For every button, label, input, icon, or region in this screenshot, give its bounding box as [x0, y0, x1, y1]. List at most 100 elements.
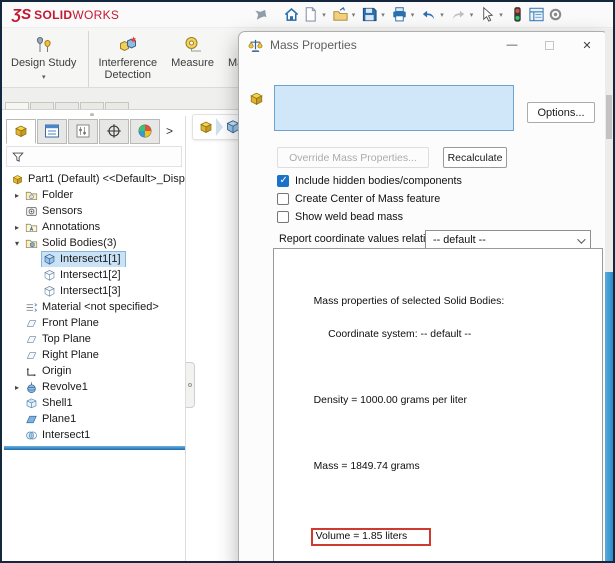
tree-item[interactable]: Intersect1[2]: [4, 267, 185, 283]
sensors-icon: [25, 205, 38, 218]
fm-tree-icon: [44, 123, 60, 139]
tree-expander[interactable]: ▸: [10, 383, 24, 392]
design-study-icon: [34, 35, 54, 55]
toolbar-button[interactable]: [527, 5, 546, 24]
feature-tree: Part1 (Default) <<Default>_Display S ▸ F…: [4, 171, 185, 443]
menu-item[interactable]: [159, 12, 177, 18]
menu-item[interactable]: [195, 12, 213, 18]
override-mass-properties-button[interactable]: Override Mass Properties...: [277, 147, 429, 168]
dropdown-caret-icon[interactable]: ▾: [499, 11, 503, 19]
menu-item[interactable]: [231, 12, 249, 18]
panel-tab[interactable]: [37, 118, 67, 144]
tree-expander[interactable]: ▾: [10, 239, 24, 248]
tree-item[interactable]: Material <not specified>: [4, 299, 185, 315]
checkbox[interactable]: [277, 175, 289, 187]
recalculate-button[interactable]: Recalculate: [443, 147, 507, 168]
dropdown-caret-icon[interactable]: ▾: [411, 11, 415, 19]
command-tab[interactable]: [30, 102, 54, 109]
right-scrollbar[interactable]: [605, 29, 613, 561]
chevron-down-icon: [577, 235, 586, 244]
panel-tab[interactable]: [99, 118, 129, 144]
checkbox-row[interactable]: Include hidden bodies/components: [277, 174, 462, 188]
tree-expander[interactable]: ▸: [10, 223, 24, 232]
menu-item[interactable]: [177, 12, 195, 18]
toolbar-button[interactable]: ▾: [390, 5, 420, 24]
sw-part-icon[interactable]: [198, 119, 214, 135]
coordinate-system-select[interactable]: -- default --: [425, 230, 591, 249]
close-button[interactable]: ✕: [580, 39, 594, 52]
quick-access-toolbar: ▾ ▾ ▾ ▾ ▾ ▾ ▾: [282, 5, 565, 24]
tree-item[interactable]: Intersect1[3]: [4, 283, 185, 299]
toolbar-button[interactable]: ▾: [478, 5, 508, 24]
checkbox[interactable]: [277, 193, 289, 205]
tree-item-label: Right Plane: [42, 349, 99, 361]
intersect-icon: [25, 429, 38, 442]
tree-item[interactable]: Right Plane: [4, 347, 185, 363]
checkbox-row[interactable]: Show weld bead mass: [277, 210, 403, 224]
shell-icon: [25, 397, 38, 410]
panel-splitter-handle[interactable]: [186, 362, 195, 408]
panel-tab[interactable]: [130, 118, 160, 144]
toolbar-button[interactable]: ▾: [360, 5, 390, 24]
tree-item[interactable]: Intersect1[1]: [4, 251, 185, 267]
toolbar-button[interactable]: [282, 5, 301, 24]
dropdown-caret-icon[interactable]: ▾: [42, 72, 46, 84]
selection-list[interactable]: [274, 85, 514, 131]
dropdown-caret-icon[interactable]: ▾: [322, 11, 326, 19]
command-tab[interactable]: [5, 102, 29, 109]
tree-item[interactable]: ▸ Annotations: [4, 219, 185, 235]
tree-item[interactable]: Sensors: [4, 203, 185, 219]
tree-item-label: Annotations: [42, 221, 101, 233]
dropdown-caret-icon[interactable]: ▾: [440, 11, 444, 19]
tree-item[interactable]: Origin: [4, 363, 185, 379]
command-tab[interactable]: [80, 102, 104, 109]
toolbar-button[interactable]: [508, 5, 527, 24]
sw-part-icon: [13, 123, 29, 139]
maximize-button[interactable]: [545, 40, 554, 50]
scrollbar-thumb[interactable]: [606, 95, 612, 139]
tree-item[interactable]: Part1 (Default) <<Default>_Display S: [4, 171, 185, 187]
dropdown-caret-icon[interactable]: ▾: [381, 11, 385, 19]
tree-item[interactable]: Front Plane: [4, 315, 185, 331]
panel-tabs-overflow-arrow[interactable]: >: [166, 124, 183, 138]
tree-item[interactable]: Plane1: [4, 411, 185, 427]
minimize-button[interactable]: —: [505, 39, 519, 51]
origin-icon: [25, 365, 38, 378]
tree-filter-input[interactable]: [6, 146, 182, 167]
toolbar-button[interactable]: ▾: [419, 5, 449, 24]
checkbox-label: Include hidden bodies/components: [295, 175, 462, 187]
ribbon-button[interactable]: Design Study ▾: [4, 31, 90, 87]
toolbar-button[interactable]: ▾: [449, 5, 479, 24]
options-button[interactable]: Options...: [527, 102, 595, 123]
tree-item-label: Top Plane: [42, 333, 91, 345]
toolbar-button[interactable]: ▾: [331, 5, 361, 24]
menu-items: [141, 12, 249, 18]
panel-tab[interactable]: [68, 118, 98, 144]
toolbar-button[interactable]: [546, 5, 565, 24]
dropdown-caret-icon[interactable]: ▾: [470, 11, 474, 19]
report-line: Volume = 1.85 liters: [279, 516, 602, 558]
ribbon-button[interactable]: Interference Detection: [91, 31, 164, 87]
tree-item[interactable]: Intersect1: [4, 427, 185, 443]
tree-item[interactable]: Shell1: [4, 395, 185, 411]
tree-item[interactable]: Top Plane: [4, 331, 185, 347]
rollback-bar[interactable]: [4, 446, 185, 450]
tree-item[interactable]: ▸ Revolve1: [4, 379, 185, 395]
checkbox-row[interactable]: Create Center of Mass feature: [277, 192, 440, 206]
folder-icon: [25, 189, 38, 202]
toolbar-button[interactable]: ▾: [301, 5, 331, 24]
panel-tab[interactable]: [6, 118, 36, 144]
logo-mark: ƷS: [12, 6, 32, 23]
ribbon-button[interactable]: Measure: [164, 31, 221, 87]
tree-item[interactable]: ▾ Solid Bodies(3): [4, 235, 185, 251]
command-tab[interactable]: [105, 102, 129, 109]
menu-item[interactable]: [141, 12, 159, 18]
dropdown-caret-icon[interactable]: ▾: [352, 11, 356, 19]
tree-expander[interactable]: ▸: [10, 191, 24, 200]
command-tab[interactable]: [55, 102, 79, 109]
menu-item[interactable]: [213, 12, 231, 18]
checkbox[interactable]: [277, 211, 289, 223]
pin-icon[interactable]: [253, 7, 268, 22]
tree-item[interactable]: ▸ Folder: [4, 187, 185, 203]
sw-part-icon: [248, 90, 265, 107]
